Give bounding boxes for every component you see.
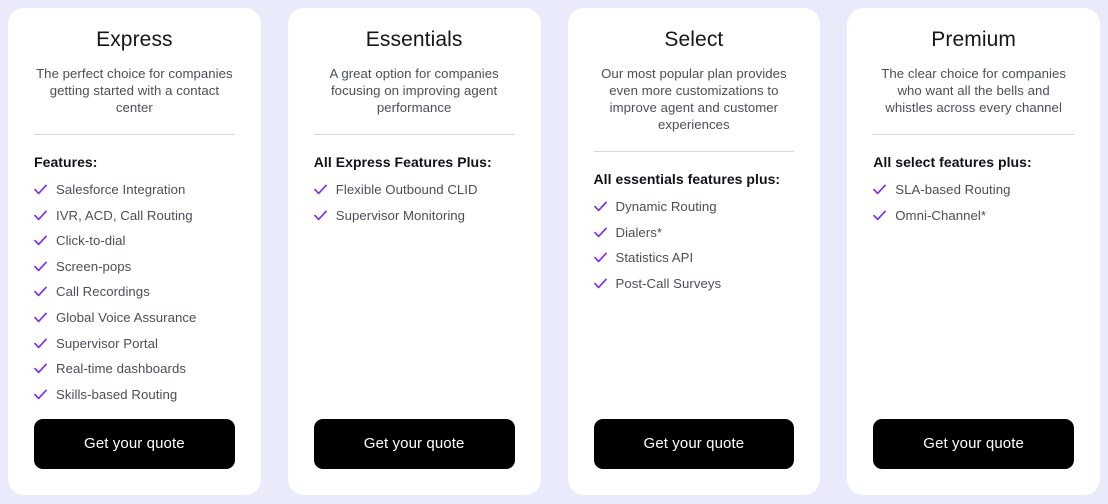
get-quote-button[interactable]: Get your quote — [313, 419, 515, 469]
plan-card-select: Select Our most popular plan provides ev… — [567, 8, 821, 495]
features-list: Flexible Outbound CLID Supervisor Monito… — [313, 181, 515, 232]
divider — [873, 134, 1074, 135]
divider — [313, 134, 515, 135]
divider — [34, 134, 235, 135]
check-icon — [873, 207, 887, 224]
plan-description: The perfect choice for companies getting… — [36, 66, 233, 115]
feature-item: Screen-pops — [34, 258, 235, 275]
feature-label: Global Voice Assurance — [56, 309, 197, 325]
feature-item: Dynamic Routing — [593, 198, 795, 215]
features-list: Salesforce Integration IVR, ACD, Call Ro… — [34, 181, 235, 411]
plan-title: Select — [664, 28, 724, 51]
check-icon — [34, 335, 47, 352]
plan-description: The clear choice for companies who want … — [881, 66, 1066, 115]
feature-label: Real-time dashboards — [56, 361, 187, 377]
feature-label: Dialers* — [615, 224, 663, 240]
feature-item: Post-Call Surveys — [593, 275, 795, 292]
feature-item: Omni-Channel* — [873, 207, 1074, 224]
check-icon — [34, 181, 47, 198]
divider — [593, 151, 795, 152]
features-heading: All select features plus: — [873, 154, 1032, 170]
features-heading: All Express Features Plus: — [313, 154, 492, 170]
feature-label: Supervisor Monitoring — [335, 207, 466, 223]
check-icon — [313, 207, 327, 224]
plan-title: Express — [96, 28, 173, 51]
feature-item: Global Voice Assurance — [34, 309, 235, 326]
check-icon — [873, 181, 887, 198]
plan-card-express: Express The perfect choice for companies… — [8, 8, 261, 495]
feature-label: Supervisor Portal — [56, 335, 158, 351]
get-quote-button[interactable]: Get your quote — [34, 419, 235, 470]
features-list: Dynamic Routing Dialers* Statistics API … — [593, 198, 795, 300]
feature-label: Dynamic Routing — [615, 199, 717, 214]
get-quote-button[interactable]: Get your quote — [593, 419, 795, 469]
feature-item: Supervisor Portal — [34, 335, 235, 352]
feature-item: Supervisor Monitoring — [313, 207, 515, 224]
plan-title: Premium — [931, 28, 1016, 51]
feature-item: Salesforce Integration — [34, 181, 235, 198]
feature-label: SLA-based Routing — [895, 182, 1011, 197]
feature-item: Click-to-dial — [34, 232, 235, 249]
features-list: SLA-based Routing Omni-Channel* — [873, 181, 1074, 232]
check-icon — [593, 224, 607, 241]
feature-label: IVR, ACD, Call Routing — [56, 207, 193, 223]
plan-card-essentials: Essentials A great option for companies … — [287, 8, 541, 495]
check-icon — [313, 181, 327, 198]
feature-label: Flexible Outbound CLID — [335, 182, 478, 197]
feature-item: Statistics API — [593, 249, 795, 266]
feature-label: Omni-Channel* — [895, 207, 987, 223]
feature-item: Real-time dashboards — [34, 360, 235, 377]
features-heading: Features: — [34, 154, 98, 170]
check-icon — [34, 360, 47, 377]
get-quote-button[interactable]: Get your quote — [873, 419, 1074, 469]
pricing-plans-grid: Express The perfect choice for companies… — [0, 0, 1108, 504]
feature-label: Click-to-dial — [56, 233, 126, 249]
plan-card-premium: Premium The clear choice for companies w… — [847, 8, 1100, 495]
plan-title: Essentials — [365, 28, 463, 51]
check-icon — [593, 249, 607, 266]
check-icon — [34, 283, 47, 300]
feature-label: Skills-based Routing — [56, 386, 178, 402]
feature-item: Call Recordings — [34, 283, 235, 300]
check-icon — [34, 207, 47, 224]
feature-label: Statistics API — [615, 250, 694, 266]
check-icon — [593, 275, 607, 292]
feature-item: Skills-based Routing — [34, 386, 235, 403]
check-icon — [593, 198, 607, 215]
feature-label: Screen-pops — [56, 258, 132, 274]
feature-item: SLA-based Routing — [873, 181, 1074, 198]
feature-item: Flexible Outbound CLID — [313, 181, 515, 198]
plan-description: Our most popular plan provides even more… — [601, 66, 787, 132]
feature-label: Call Recordings — [56, 284, 150, 300]
check-icon — [34, 232, 47, 249]
feature-label: Salesforce Integration — [56, 182, 186, 197]
check-icon — [34, 258, 47, 275]
plan-description: A great option for companies focusing on… — [329, 66, 499, 115]
features-heading: All essentials features plus: — [593, 171, 781, 187]
feature-item: Dialers* — [593, 224, 795, 241]
feature-item: IVR, ACD, Call Routing — [34, 207, 235, 224]
feature-label: Post-Call Surveys — [615, 275, 722, 291]
check-icon — [34, 386, 47, 403]
check-icon — [34, 309, 47, 326]
